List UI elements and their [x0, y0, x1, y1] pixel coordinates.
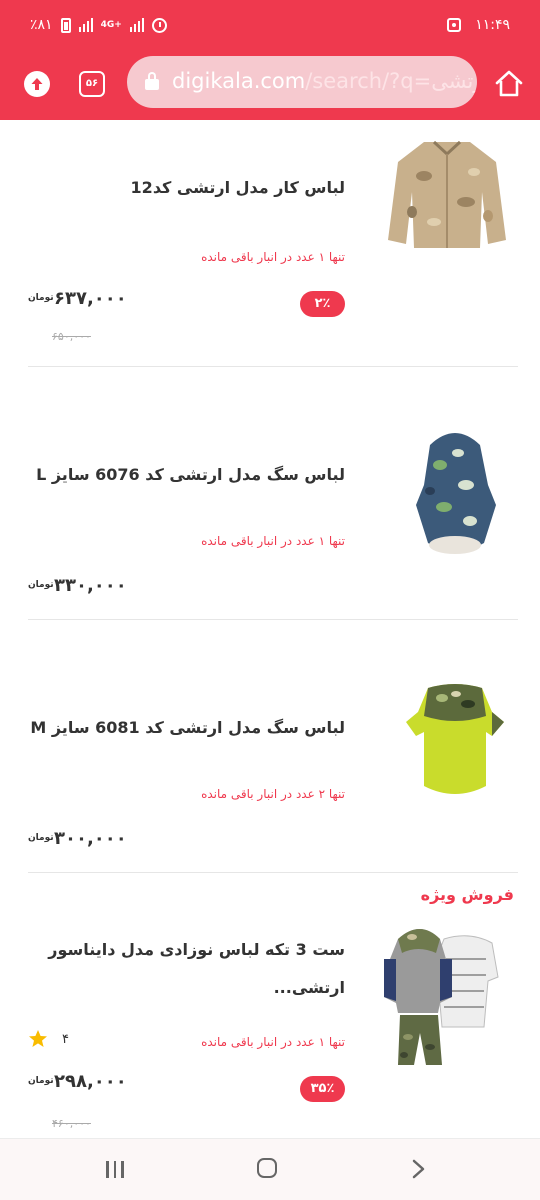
- product-image: [416, 433, 496, 554]
- clock: ۱۱:۴۹: [475, 17, 510, 33]
- price: تومان ۶۳۷,۰۰۰: [28, 288, 127, 309]
- price: تومان ۳۳۰,۰۰۰: [28, 575, 127, 596]
- battery-percent: ٪۸۱: [30, 17, 53, 33]
- product-card[interactable]: لباس کار مدل ارتشی کد12 تنها ۱ عدد در ان…: [0, 120, 540, 366]
- currency: تومان: [28, 1076, 54, 1086]
- url-path: /search/?q=: [305, 69, 432, 93]
- product-card[interactable]: لباس سگ مدل ارتشی کد 6081 سایز M تنها ۲ …: [0, 620, 540, 872]
- stock-note: تنها ۱ عدد در انبار باقی مانده: [201, 250, 345, 264]
- product-card[interactable]: فروش ویژه ست 3 تکه لباس نوزادی مدل داینا…: [0, 873, 540, 1138]
- system-nav-bar: [0, 1138, 540, 1200]
- upload-button[interactable]: [20, 67, 54, 101]
- home-icon: [495, 70, 523, 97]
- status-bar-left: ٪۸۱ 4G+: [30, 17, 167, 33]
- price-value: ۶۳۷,۰۰۰: [54, 288, 127, 309]
- home-button[interactable]: [492, 67, 526, 101]
- browser-toolbar: ۵۶ digikala.com/search/?q=ارتشی: [0, 48, 540, 120]
- url-query: ارتشی: [431, 69, 477, 93]
- url-bar[interactable]: digikala.com/search/?q=ارتشی: [127, 56, 477, 108]
- special-sale-badge: فروش ویژه: [420, 885, 514, 904]
- discount-badge: ۲٪: [300, 291, 345, 317]
- home-nav-button[interactable]: [257, 1158, 277, 1178]
- recent-apps-button[interactable]: [106, 1161, 124, 1178]
- rating-value: ۴: [62, 1031, 69, 1047]
- stock-note: تنها ۲ عدد در انبار باقی مانده: [201, 787, 345, 801]
- url-host: digikala.com: [172, 69, 306, 93]
- signal-icon-2: [129, 18, 144, 32]
- price-value: ۲۹۸,۰۰۰: [54, 1071, 127, 1092]
- status-bar-right: ۱۱:۴۹: [447, 17, 510, 33]
- discount-badge: ۳۵٪: [300, 1076, 345, 1102]
- old-price: ۴۶۰,۰۰۰: [52, 1117, 91, 1130]
- stock-note: تنها ۱ عدد در انبار باقی مانده: [201, 1035, 345, 1049]
- product-image: [388, 140, 506, 248]
- old-price: ۶۵۰,۰۰۰: [52, 330, 91, 343]
- price-value: ۳۳۰,۰۰۰: [54, 575, 127, 596]
- network-type: 4G+: [100, 20, 122, 30]
- product-title[interactable]: لباس سگ مدل ارتشی کد 6081 سایز M: [30, 718, 345, 737]
- price-value: ۳۰۰,۰۰۰: [54, 828, 127, 849]
- arrow-up-icon: [31, 78, 43, 90]
- rating: ۴: [28, 1029, 69, 1049]
- product-title[interactable]: لباس سگ مدل ارتشی کد 6076 سایز L: [36, 465, 345, 484]
- alarm-icon: [151, 17, 167, 33]
- price: تومان ۲۹۸,۰۰۰: [28, 1071, 127, 1092]
- status-bar: ٪۸۱ 4G+ ۱۱:۴۹: [0, 0, 540, 48]
- product-title[interactable]: لباس کار مدل ارتشی کد12: [131, 178, 345, 197]
- notification-icon: [447, 18, 462, 32]
- battery-icon: [60, 17, 71, 33]
- stock-note: تنها ۱ عدد در انبار باقی مانده: [201, 534, 345, 548]
- product-title[interactable]: ست 3 تکه لباس نوزادی مدل دایناسور ارتشی.…: [35, 931, 345, 1007]
- star-icon: [29, 1030, 47, 1047]
- lock-icon: [145, 72, 159, 90]
- tabs-button[interactable]: ۵۶: [75, 67, 109, 101]
- signal-icon: [78, 18, 93, 32]
- url-text: digikala.com/search/?q=ارتشی: [172, 69, 477, 93]
- product-image: [406, 684, 504, 794]
- product-card[interactable]: لباس سگ مدل ارتشی کد 6076 سایز L تنها ۱ …: [0, 367, 540, 619]
- tab-count: ۵۶: [79, 71, 105, 97]
- currency: تومان: [28, 580, 54, 590]
- currency: تومان: [28, 833, 54, 843]
- currency: تومان: [28, 293, 54, 303]
- back-nav-button[interactable]: [410, 1158, 428, 1180]
- product-image: [384, 929, 499, 1065]
- price: تومان ۳۰۰,۰۰۰: [28, 828, 127, 849]
